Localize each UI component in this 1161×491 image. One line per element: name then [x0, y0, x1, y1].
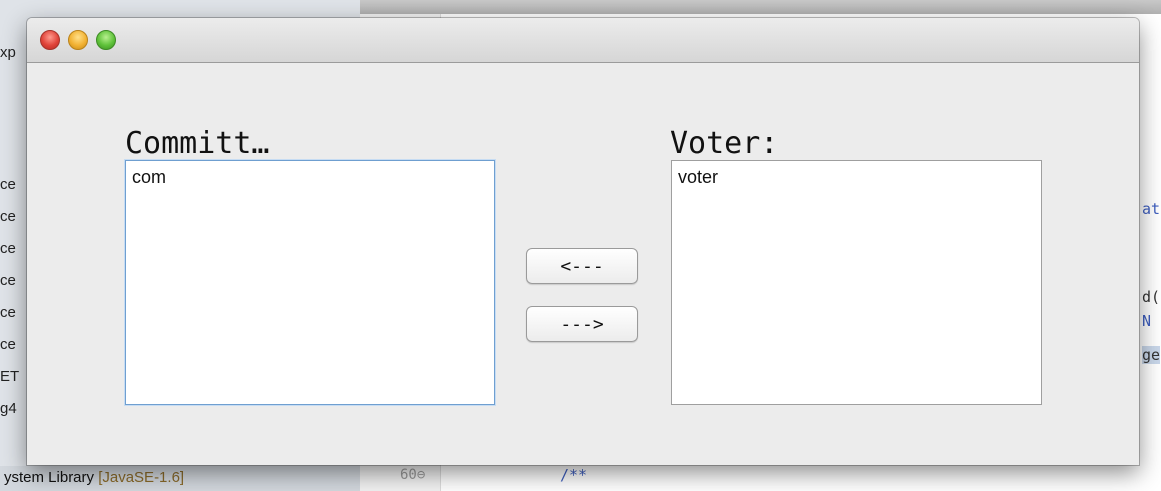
tree-fragment: ce: [0, 240, 16, 257]
minimize-window-button[interactable]: [68, 30, 88, 50]
tree-fragment: ce: [0, 208, 16, 225]
assignment-window: Committ… com <--- ---> Voter: voter: [27, 18, 1139, 465]
move-left-button[interactable]: <---: [526, 248, 638, 284]
move-right-button[interactable]: --->: [526, 306, 638, 342]
editor-code-comment: /**: [560, 466, 588, 484]
editor-fragment: at: [1142, 200, 1161, 218]
editor-line-number: 60⊖: [400, 467, 426, 483]
tree-fragment: ce: [0, 336, 16, 353]
committee-list-item[interactable]: com: [126, 161, 494, 188]
tree-fragment: g4: [0, 400, 17, 417]
tree-fragment: xp: [0, 44, 16, 61]
window-titlebar[interactable]: [27, 18, 1139, 63]
tree-fragment: ce: [0, 176, 16, 193]
voter-list-item[interactable]: voter: [672, 161, 1041, 188]
committee-heading: Committ…: [125, 126, 270, 161]
voter-heading: Voter:: [670, 126, 779, 161]
zoom-window-button[interactable]: [96, 30, 116, 50]
tree-fragment: ET: [0, 368, 20, 385]
committee-list[interactable]: com: [125, 160, 495, 405]
jre-system-library-item[interactable]: ystem Library [JavaSE-1.6]: [4, 469, 184, 486]
jre-system-library-label: ystem Library: [4, 469, 99, 486]
editor-fragment: d(: [1142, 288, 1161, 306]
close-window-button[interactable]: [40, 30, 60, 50]
tree-fragment: ce: [0, 304, 16, 321]
jre-version-label: [JavaSE-1.6]: [98, 469, 185, 486]
editor-fragment: N: [1142, 312, 1152, 330]
editor-fragment: ge: [1142, 346, 1161, 364]
voter-list[interactable]: voter: [671, 160, 1042, 405]
tree-fragment: ce: [0, 272, 16, 289]
